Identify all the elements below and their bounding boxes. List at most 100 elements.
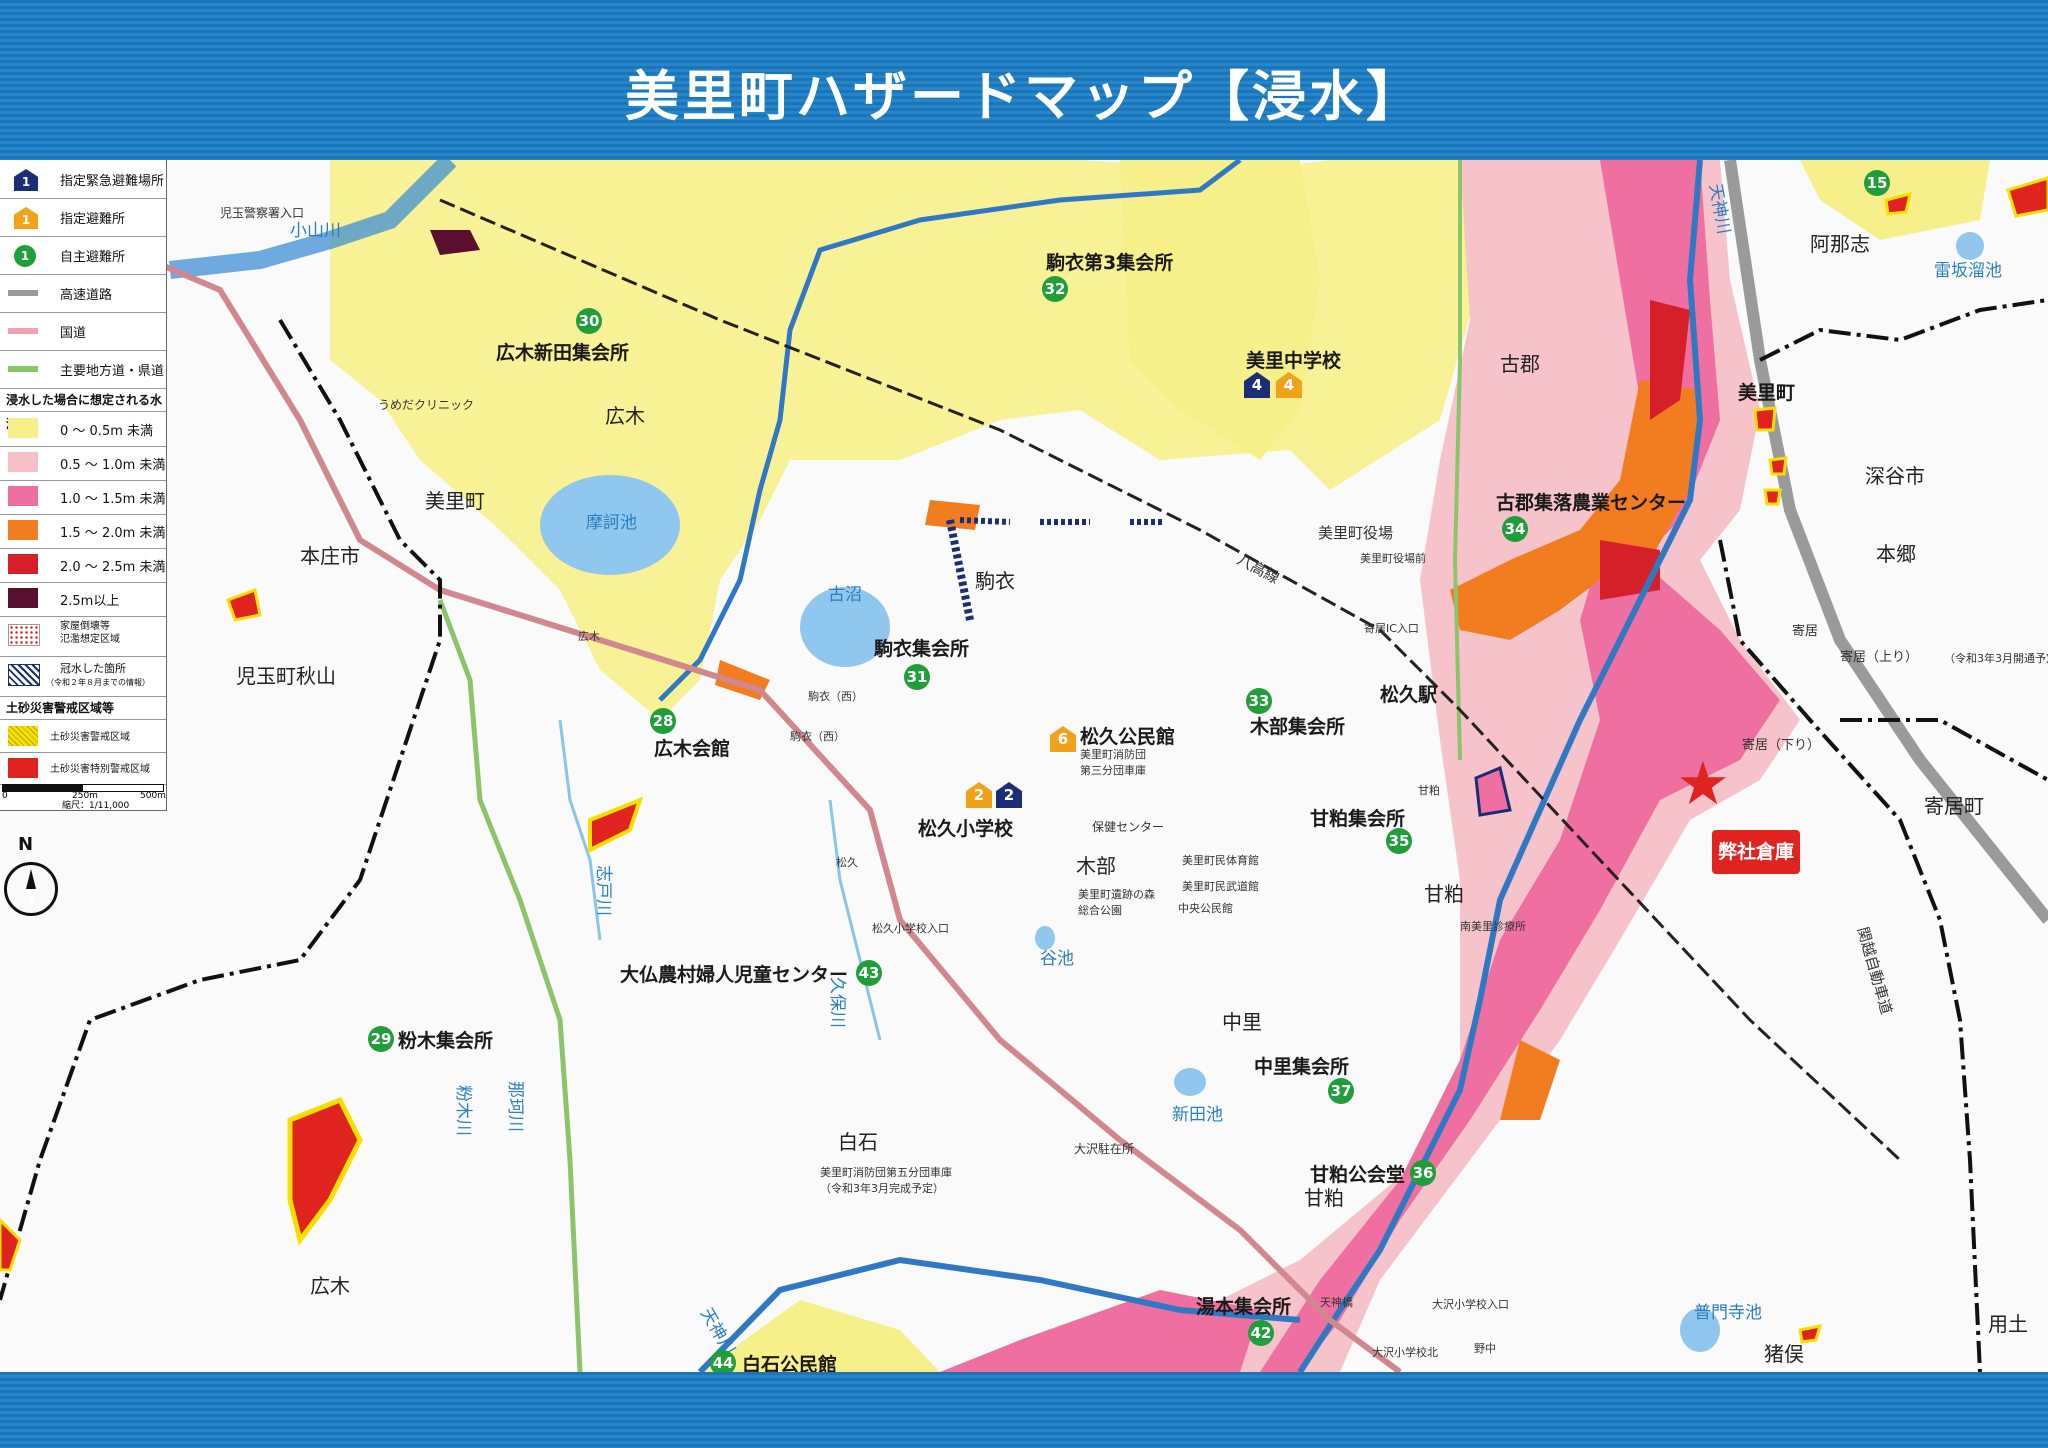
- legend-row: 土砂災害特別警戒区域: [0, 752, 166, 785]
- shelter-voluntary-icon: 1: [14, 245, 36, 267]
- shelter-icon[interactable]: 32: [1042, 276, 1068, 302]
- shelter-icon[interactable]: 33: [1246, 688, 1272, 714]
- legend-label: 家屋倒壊等 氾濫想定区域: [60, 621, 120, 645]
- legend-row: 2.5m以上: [0, 582, 166, 617]
- shelter-label: 駒衣集会所: [874, 638, 970, 660]
- legend-label: 指定緊急避難場所: [60, 174, 165, 189]
- ic-label: 寄居（上り）: [1840, 650, 1919, 665]
- legend-row: 1 指定緊急避難場所: [0, 160, 166, 199]
- expressway-swatch: [8, 290, 38, 296]
- shelter-icon[interactable]: 42: [1248, 1320, 1274, 1346]
- shelter-emergency-icon: 1: [14, 169, 38, 191]
- scale-text: 縮尺：1/11,000: [62, 801, 130, 811]
- shelter-icon[interactable]: 43: [856, 960, 882, 986]
- depth-swatch: [8, 588, 38, 608]
- junction-label: 大沢小学校北: [1372, 1346, 1438, 1359]
- compass-needle-south: [26, 889, 36, 907]
- junction-label: 甘粕: [1418, 784, 1440, 797]
- shelter-label: 松久小学校: [918, 818, 1014, 840]
- depth-swatch: [8, 554, 38, 574]
- place-label: 広木: [605, 404, 645, 428]
- legend-label: 土砂災害特別警戒区域: [50, 764, 150, 775]
- shelter-label: 駒衣第3集会所: [1046, 252, 1174, 274]
- place-label: 阿那志: [1810, 232, 1870, 256]
- water-label: 新田池: [1172, 1105, 1223, 1125]
- legend-label: 国道: [60, 326, 87, 341]
- place-label: 寄居町: [1924, 794, 1984, 818]
- header-banner: 美里町ハザードマップ【浸水】: [0, 0, 2048, 160]
- ic-note: （令和3年3月開通予定）: [1944, 652, 2048, 665]
- page-title: 美里町ハザードマップ【浸水】: [625, 65, 1423, 128]
- shelter-icon[interactable]: 15: [1864, 170, 1890, 196]
- warehouse-star-icon[interactable]: ★: [1676, 754, 1730, 814]
- shelter-label: 湯本集会所: [1196, 1296, 1292, 1318]
- office-label: 美里町役場: [1318, 524, 1394, 542]
- place-label: 木部: [1076, 854, 1116, 878]
- junction-label: 駒衣（西）: [790, 730, 845, 743]
- water-label: 普門寺池: [1694, 1303, 1762, 1323]
- shelter-icon[interactable]: 30: [576, 308, 602, 334]
- map-legend: 1 指定緊急避難場所 1 指定避難所 1 自主避難所 高速道路 国道 主要地方道…: [0, 160, 167, 811]
- shelter-icon[interactable]: 36: [1410, 1160, 1436, 1186]
- legend-label: 自主避難所: [60, 250, 126, 265]
- place-label: 本郷: [1876, 542, 1916, 566]
- water-label: 小山川: [290, 221, 341, 241]
- shelter-icon[interactable]: 44: [710, 1350, 736, 1372]
- place-label: 美里町: [425, 489, 485, 513]
- facility-label: 美里町民武道館: [1182, 880, 1259, 893]
- legend-label: 2.0 ～ 2.5m 未満: [60, 560, 166, 575]
- facility-label: 保健センター: [1092, 820, 1165, 834]
- legend-note: （令和２年８月までの情報）: [46, 678, 150, 687]
- depth-swatch: [8, 520, 38, 540]
- scale-tick: 500m: [140, 791, 166, 801]
- ic-label: 寄居（下り）: [1742, 738, 1821, 753]
- compass-icon: [4, 862, 58, 916]
- shelter-icon[interactable]: 37: [1328, 1078, 1354, 1104]
- legend-label: 土砂災害警戒区域: [50, 732, 130, 743]
- legend-row: 主要地方道・県道: [0, 350, 166, 389]
- legend-row: 1 指定避難所: [0, 198, 166, 237]
- junction-label: 美里町役場前: [1360, 552, 1426, 565]
- shelter-icon[interactable]: 34: [1502, 516, 1528, 542]
- legend-row: 冠水した箇所 （令和２年８月までの情報）: [0, 656, 166, 697]
- water-label: 志戸川: [593, 865, 613, 916]
- flooded-swatch: [8, 664, 40, 686]
- water-label: 粉木川: [453, 1085, 473, 1136]
- shelter-label: 広木新田集会所: [496, 342, 630, 364]
- sediment-zone: [1763, 488, 1782, 506]
- map-canvas: [0, 160, 2048, 1372]
- shelter-label: 美里中学校: [1246, 350, 1342, 372]
- junction-label: 広木: [578, 630, 600, 643]
- pond-shindenike: [1174, 1068, 1206, 1096]
- junction-label: 寄居IC入口: [1364, 622, 1419, 635]
- warehouse-label[interactable]: 弊社倉庫: [1712, 830, 1800, 874]
- legend-label: 1.5 ～ 2.0m 未満: [60, 526, 166, 541]
- water-label: 雷坂溜池: [1934, 261, 2002, 281]
- legend-row: 2.0 ～ 2.5m 未満: [0, 548, 166, 583]
- water-label: 摩訶池: [586, 513, 637, 533]
- legend-label: 冠水した箇所: [60, 662, 126, 675]
- sediment-warning-swatch: [8, 726, 38, 746]
- legend-row: 0 ～ 0.5m 未満: [0, 412, 166, 447]
- shelter-label: 白石公民館: [742, 1354, 838, 1372]
- shelter-icon[interactable]: 31: [904, 664, 930, 690]
- place-label: 本庄市: [300, 544, 360, 568]
- shelter-icon[interactable]: 29: [368, 1026, 394, 1052]
- shelter-icon[interactable]: 28: [650, 708, 676, 734]
- legend-depth-title: 浸水した場合に想定される水深: [0, 388, 166, 431]
- shelter-label: 古郡集落農業センター: [1496, 492, 1687, 514]
- water-label: 谷池: [1040, 949, 1074, 969]
- facility-label: 美里町民体育館: [1182, 854, 1259, 867]
- place-label: 駒衣: [975, 569, 1015, 593]
- shelter-label: 木部集会所: [1250, 716, 1346, 738]
- legend-label: 0 ～ 0.5m 未満: [60, 424, 154, 439]
- shelter-label: 粉木集会所: [398, 1030, 494, 1052]
- sediment-zone: [1753, 406, 1777, 432]
- legend-row: 国道: [0, 312, 166, 351]
- legend-label: 指定避難所: [60, 212, 126, 227]
- shelter-icon[interactable]: 35: [1386, 828, 1412, 854]
- junction-label: 駒衣（西）: [808, 690, 863, 703]
- place-label: 中里: [1222, 1010, 1262, 1034]
- place-label: 美里町: [1738, 382, 1796, 404]
- hazard-map[interactable]: 美里町 本庄市 児玉町秋山 広木 広木 駒衣 古郡 美里町 深谷市 本郷 寄居町…: [0, 160, 2048, 1372]
